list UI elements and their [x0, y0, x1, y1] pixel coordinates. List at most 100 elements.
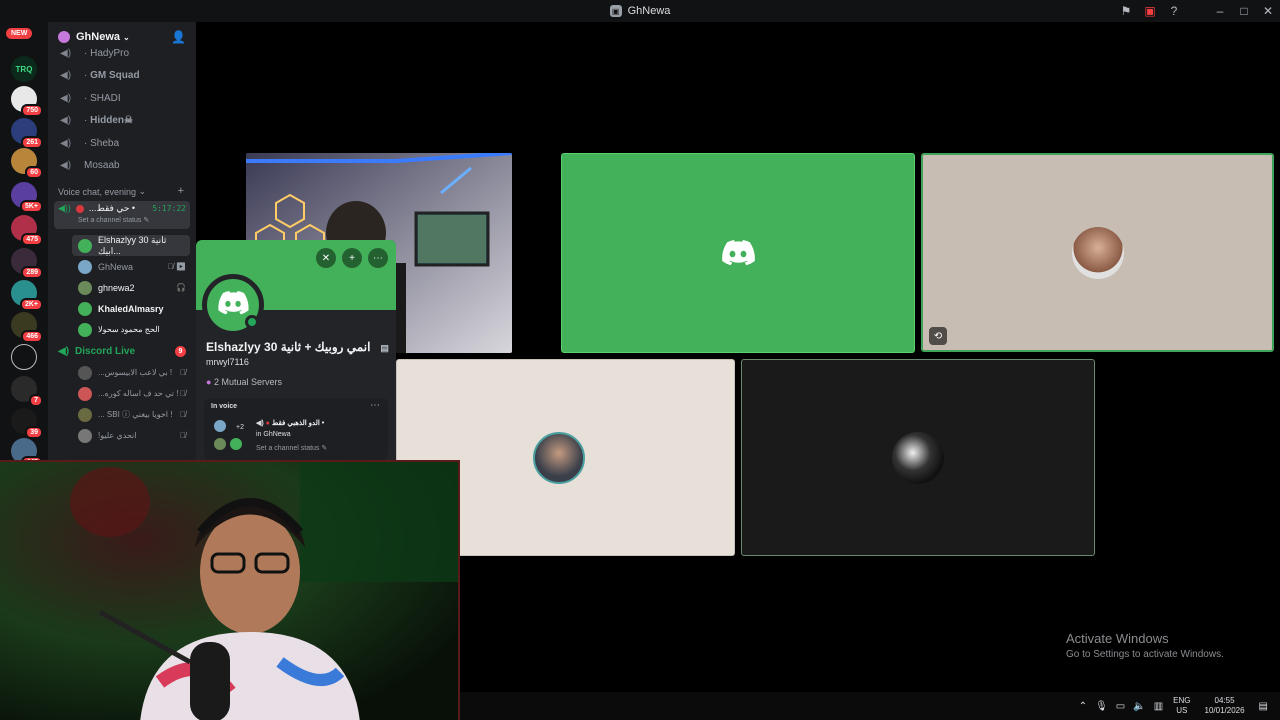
help-icon[interactable]: ? [1162, 4, 1186, 18]
speaker-icon: ◀) [60, 160, 72, 172]
discord-logo-icon [218, 291, 249, 315]
mutual-servers[interactable]: ● 2 Mutual Servers [206, 377, 282, 387]
participant-tile[interactable] [561, 153, 915, 353]
recording-icon: ● [265, 420, 270, 427]
deafened-icon: 🎧 [176, 283, 186, 292]
avatar [78, 407, 92, 422]
avatar [78, 280, 92, 295]
close-icon[interactable]: ✕ [1256, 4, 1280, 18]
voice-user[interactable]: GhNewa 🎙̸ ▶ [48, 256, 196, 277]
server-icon[interactable]: 5K+ [11, 182, 43, 213]
server-icon[interactable]: 60 [11, 148, 43, 179]
avatar [533, 431, 585, 484]
voice-active-icon: ◀)) [58, 203, 71, 213]
chevron-down-icon: ⌄ [123, 32, 130, 42]
avatar [1071, 226, 1124, 279]
recording-icon [75, 204, 84, 213]
clock[interactable]: 04:55 10/01/2026 [1205, 696, 1245, 716]
microphone-icon[interactable]: 🎙 [1095, 701, 1108, 712]
more-options-icon[interactable]: ⋯ [368, 248, 388, 268]
profile-display-name: Elshazlyy 30 انمي روبيك + ثانية ▤ [206, 340, 389, 354]
inbox-icon[interactable]: ⚑ [1114, 4, 1138, 18]
voice-channel[interactable]: ◀) · Sheba [48, 132, 196, 155]
add-friend-icon[interactable]: + [342, 248, 362, 268]
avatar [78, 428, 92, 443]
participant-tile[interactable] [741, 359, 1095, 556]
speaker-icon: ◀) [60, 115, 72, 127]
online-status-icon [245, 315, 259, 329]
note-icon[interactable]: ▤ [380, 343, 389, 353]
create-channel-icon[interactable]: + [178, 185, 184, 197]
live-category[interactable]: ◀) Discord Live 9 [48, 340, 196, 362]
avatar [78, 386, 92, 401]
window-title: GhNewa [627, 5, 671, 17]
chevron-up-icon[interactable]: ⌃ [1079, 701, 1087, 712]
streamer-webcam-overlay [0, 460, 460, 720]
muted-icon: 🎙̸ [180, 389, 186, 398]
server-icon[interactable]: 475 [11, 215, 43, 246]
server-icon[interactable]: 750 [11, 86, 43, 117]
pencil-icon[interactable]: ✎ [143, 217, 149, 224]
avatar [78, 301, 92, 316]
active-voice-channel[interactable]: ◀)) ...حي فقط • 5:17:22 Set a channel st… [54, 201, 190, 229]
avatar [230, 438, 242, 450]
volume-icon[interactable]: 🔈 [1133, 701, 1145, 712]
language-indicator[interactable]: ENG US [1173, 696, 1190, 716]
more-options-icon[interactable]: ⋯ [370, 400, 380, 411]
pencil-icon[interactable]: ✎ [321, 445, 327, 452]
screen-share-icon[interactable]: ▣ [1138, 4, 1162, 18]
avatar [78, 259, 92, 274]
speaker-icon[interactable]: ▥ [1154, 701, 1163, 712]
voice-disconnect-icon[interactable]: ✕ [316, 248, 336, 268]
voice-channel[interactable]: ◀) · GM Squad [48, 65, 196, 88]
voice-channel[interactable]: ◀) · Hidden☠ [48, 110, 196, 133]
maximize-icon[interactable]: □ [1232, 4, 1256, 18]
channel-status[interactable]: Set a channel status [78, 217, 141, 224]
voice-user[interactable]: ... SBI ⓘ اخويا بيغني ! 🎙̸ [48, 404, 196, 425]
voice-channel[interactable]: ◀) · HadyPro [48, 42, 196, 65]
network-icon[interactable]: ▭ [1116, 701, 1125, 712]
voice-user[interactable]: !انحدي عليو 🎙̸ [48, 425, 196, 446]
speaker-icon: ◀) [60, 70, 72, 82]
category-header[interactable]: Voice chat, evening ⌄ + [48, 177, 196, 201]
server-icon[interactable]: 7 [11, 376, 43, 407]
server-rail: NEW TRQ 750 261 60 5K+ 475 289 2K+ 466 7… [0, 22, 48, 469]
avatar [78, 322, 92, 337]
voice-user[interactable]: ...بي لاعب الابيسوس ! 🎙̸ [48, 362, 196, 383]
channel-sidebar: GhNewa ⌄ 👤 ◀) · HadyPro ◀) · GM Squad ◀) · … [48, 22, 196, 460]
in-voice-card[interactable]: In voice ⋯ +2 ◀) ● الدو الذهبي فقط • in … [204, 398, 388, 460]
server-icon[interactable]: 466 [11, 312, 43, 343]
guild-name: GhNewa [76, 31, 121, 43]
avatar [78, 238, 92, 253]
voice-channel[interactable]: ◀) Mosaab [48, 155, 196, 178]
server-icon[interactable]: 289 [11, 248, 43, 279]
live-count-badge: 9 [175, 345, 186, 357]
speaker-icon: ◀) [60, 47, 72, 59]
server-icon: ● [206, 377, 212, 387]
swap-video-icon[interactable]: ⟲ [929, 327, 947, 345]
voice-user[interactable]: ...تي حد ف اساله كوره ! 🎙̸ [48, 383, 196, 404]
muted-icon: 🎙̸ [180, 410, 186, 419]
webcam-feed-image [0, 462, 458, 720]
avatar [214, 438, 226, 450]
participant-tile[interactable]: ⟲ [921, 153, 1274, 352]
voice-user[interactable]: KhaledAlmasry [48, 298, 196, 319]
guild-icon [58, 31, 70, 43]
voice-user[interactable]: Elshazlyy 30 ثانية ابيك... [72, 235, 190, 256]
invite-people-icon[interactable]: 👤 [171, 30, 186, 44]
server-icon[interactable]: 261 [11, 118, 43, 149]
voice-user[interactable]: ghnewa2 🎧 [48, 277, 196, 298]
server-icon[interactable]: 2K+ [11, 280, 43, 311]
server-icon[interactable]: 39 [11, 408, 43, 439]
call-timer: 5:17:22 [152, 204, 186, 213]
title-bar-controls: ⚑ ▣ ? – □ ✕ [1114, 0, 1280, 22]
server-icon[interactable] [11, 344, 37, 370]
server-trq[interactable]: TRQ [11, 56, 37, 82]
voice-user[interactable]: الحج محمود سحولا [48, 319, 196, 340]
speaker-icon: ◀) [256, 420, 264, 427]
minimize-icon[interactable]: – [1208, 4, 1232, 18]
profile-avatar[interactable] [202, 274, 264, 336]
voice-channel[interactable]: ◀) · SHADI [48, 87, 196, 110]
notification-icon[interactable]: ▤ [1259, 701, 1268, 712]
profile-username: mrwyl7116 [206, 357, 249, 367]
